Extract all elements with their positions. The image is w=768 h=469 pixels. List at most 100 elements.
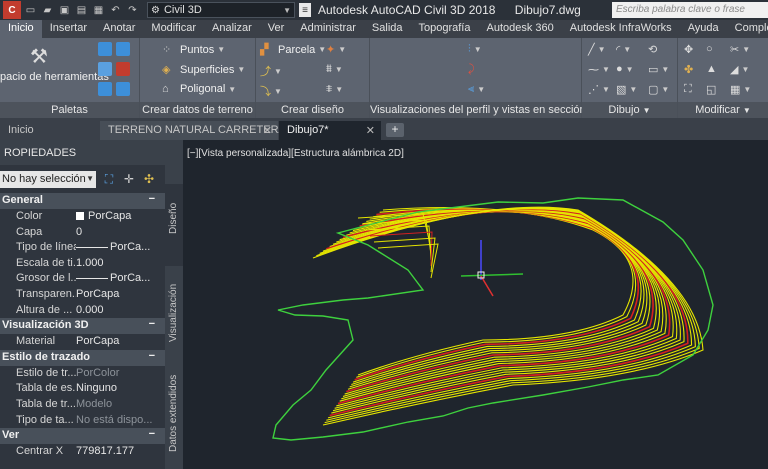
close-icon[interactable]: ✕ xyxy=(366,124,375,137)
superficies-button[interactable]: ◈ Superficies ▼ xyxy=(162,63,245,77)
new-tab-button[interactable]: + xyxy=(386,123,404,137)
tab-analizar[interactable]: Analizar xyxy=(204,20,260,38)
tab-ver[interactable]: Ver xyxy=(260,20,293,38)
palette-btn-1[interactable] xyxy=(98,42,134,56)
property-row[interactable]: Material PorCapa xyxy=(0,334,165,350)
panel-title-modificar[interactable]: Modificar ▼ xyxy=(678,102,768,118)
property-row[interactable]: Tabla de tr... Modelo xyxy=(0,397,165,413)
side-tab-visualizacion[interactable]: Visualización xyxy=(165,270,183,370)
section-estilo[interactable]: Estilo de trazado − xyxy=(0,349,165,366)
tab-topografia[interactable]: Topografía xyxy=(411,20,479,38)
close-icon[interactable]: ✕ xyxy=(263,124,272,137)
property-row[interactable]: Capa 0 xyxy=(0,225,165,241)
assembly-button[interactable]: ⩩ ▼ xyxy=(326,63,343,76)
scale-button[interactable]: ◱ xyxy=(706,83,716,96)
sample-lines-button[interactable]: ⤸ xyxy=(468,63,475,76)
poligonal-button[interactable]: ⌂ Poligonal ▼ xyxy=(162,83,236,95)
chevron-down-icon: ▼ xyxy=(228,84,237,94)
workspace-select[interactable]: ⚙ Civil 3D ▼ xyxy=(147,2,295,18)
open-folder-icon[interactable]: ▰ xyxy=(40,3,55,17)
toolspace-label[interactable]: pacio de herramientas xyxy=(0,71,109,83)
line-tool-button[interactable]: ╱ ▼ xyxy=(588,43,606,56)
property-row[interactable]: Tipo de línea PorCa... xyxy=(0,240,165,256)
array-button[interactable]: ▦ ▼ xyxy=(730,83,751,96)
copy-button[interactable]: ✤ xyxy=(684,63,693,76)
tab-salida[interactable]: Salida xyxy=(364,20,411,38)
new-file-icon[interactable]: ▭ xyxy=(23,3,38,17)
section-general[interactable]: General − xyxy=(0,193,165,209)
collapse-icon[interactable]: − xyxy=(149,350,155,362)
selection-dropdown[interactable]: No hay selección ▼ xyxy=(0,170,96,188)
property-row[interactable]: Transparen... PorCapa xyxy=(0,287,165,303)
property-row[interactable]: Tabla de es... Ninguno xyxy=(0,381,165,397)
grading-button[interactable]: ⩨ ▼ xyxy=(326,83,343,96)
property-row[interactable]: Centrar X 779817.177 xyxy=(0,444,165,460)
tab-autodesk-360[interactable]: Autodesk 360 xyxy=(478,20,561,38)
toggle-pickadd-icon[interactable]: ⛶ xyxy=(102,172,116,186)
polyline-tool-button[interactable]: ⟲ xyxy=(648,43,657,56)
save-icon[interactable]: ▣ xyxy=(57,3,72,17)
print-icon[interactable]: ▦ xyxy=(91,3,106,17)
tab-insertar[interactable]: Insertar xyxy=(42,20,95,38)
section-vis3d[interactable]: Visualización 3D − xyxy=(0,318,165,335)
trim-button[interactable]: ✂ ▼ xyxy=(730,43,750,56)
side-tab-datos-extendidos[interactable]: Datos extendidos xyxy=(165,372,183,469)
mirror-button[interactable]: ▲ xyxy=(706,63,717,75)
section-views-button[interactable]: ⫷ ▼ xyxy=(468,83,485,96)
quick-select-icon[interactable]: ✣ xyxy=(142,172,156,186)
drawing-viewport[interactable]: [−][Vista personalizada][Estructura alám… xyxy=(183,140,768,469)
side-tab-diseno[interactable]: Diseño xyxy=(165,184,183,266)
tab-complementos[interactable]: Complementos xyxy=(727,20,768,38)
spline-tool-button[interactable]: ⁓ ▼ xyxy=(588,63,610,76)
section-ver[interactable]: Ver − xyxy=(0,428,165,445)
property-row[interactable]: Tipo de ta... No está dispo... xyxy=(0,413,165,429)
app-menu-icon[interactable]: C xyxy=(3,1,21,19)
file-tab-terreno[interactable]: TERRENO NATURAL CARRETERA* ✕ xyxy=(100,121,290,140)
parcela-button[interactable]: ▞ Parcela ▼ xyxy=(260,43,326,57)
fillet-button[interactable]: ◢ ▼ xyxy=(730,63,749,76)
move-button[interactable]: ✥ xyxy=(684,43,693,56)
undo-icon[interactable]: ↶ xyxy=(108,3,123,17)
collapse-icon[interactable]: − xyxy=(149,428,155,440)
file-tab-inicio[interactable]: Inicio xyxy=(0,121,100,140)
file-tab-dibujo7[interactable]: Dibujo7* ✕ xyxy=(279,121,381,140)
alignment-button[interactable]: ⤴ ▼ xyxy=(260,63,282,79)
collapse-icon[interactable]: − xyxy=(149,318,155,330)
tab-infraworks[interactable]: Autodesk InfraWorks xyxy=(562,20,680,38)
tab-inicio[interactable]: Inicio xyxy=(0,20,42,38)
arc-tool-button[interactable]: ◜ ▼ xyxy=(616,43,631,56)
save-as-icon[interactable]: ▤ xyxy=(74,3,89,17)
stretch-button[interactable]: ⛶ xyxy=(684,83,692,96)
property-row[interactable]: Altura de ... 0.000 xyxy=(0,303,165,319)
panel-title-dibujo[interactable]: Dibujo ▼ xyxy=(582,102,677,118)
panel-perfil: ⫶ ▼ ⤸ ⫷ ▼ Visualizaciones del perfil y vis… xyxy=(370,38,586,118)
collapse-icon[interactable]: − xyxy=(149,193,155,205)
linetype-value: PorCa... xyxy=(110,241,151,254)
hatch-tool-button[interactable]: ▧ ▼ xyxy=(616,83,637,96)
search-input[interactable]: Escriba palabra clave o frase xyxy=(612,2,768,18)
redo-icon[interactable]: ↷ xyxy=(125,3,140,17)
toolspace-button[interactable]: ⚒ xyxy=(30,44,48,69)
tab-anotar[interactable]: Anotar xyxy=(95,20,143,38)
circle-tool-button[interactable]: ● ▼ xyxy=(616,63,634,75)
property-name: Tabla de es... xyxy=(16,382,76,395)
qat-more-icon[interactable]: ≡ xyxy=(299,3,311,17)
property-row[interactable]: Escala de ti... 1.000 xyxy=(0,256,165,272)
corridor-button[interactable]: ✦ ▼ xyxy=(326,43,346,56)
profile-button[interactable]: ⤵ ▼ xyxy=(260,83,282,99)
palette-btn-3[interactable] xyxy=(98,82,134,96)
property-row[interactable]: Estilo de tr... PorColor xyxy=(0,366,165,382)
tab-administrar[interactable]: Administrar xyxy=(292,20,364,38)
tab-ayuda[interactable]: Ayuda xyxy=(680,20,727,38)
rotate-button[interactable]: ○ xyxy=(706,43,713,55)
property-row[interactable]: Grosor de l... PorCa... xyxy=(0,271,165,287)
property-row[interactable]: Color PorCapa xyxy=(0,209,165,225)
rectangle-tool-button[interactable]: ▭ ▼ xyxy=(648,63,669,76)
puntos-button[interactable]: ⁘ Puntos ▼ xyxy=(162,43,225,57)
select-objects-icon[interactable]: ✛ xyxy=(122,172,136,186)
point-tool-button[interactable]: ⋰ ▼ xyxy=(588,83,610,96)
profile-view-button[interactable]: ⫶ ▼ xyxy=(468,43,482,56)
palette-btn-2[interactable] xyxy=(98,62,134,76)
tab-modificar[interactable]: Modificar xyxy=(143,20,204,38)
boundary-tool-button[interactable]: ▢ ▼ xyxy=(648,83,669,96)
